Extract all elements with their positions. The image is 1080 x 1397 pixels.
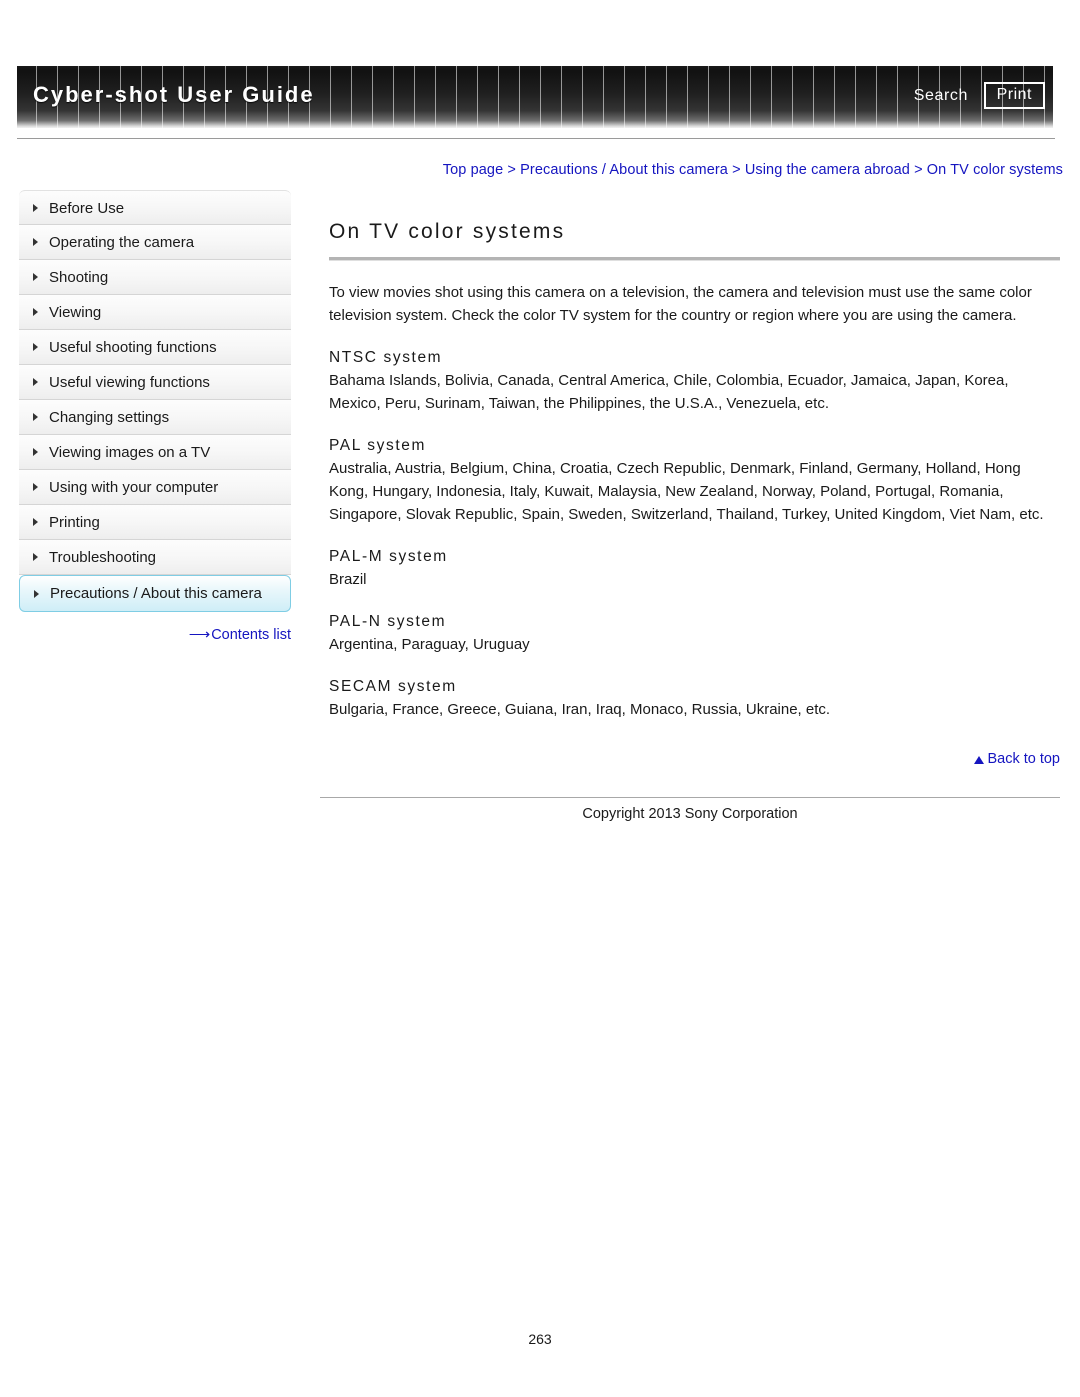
section-body-pal-m: Brazil: [329, 571, 367, 588]
title-divider: [329, 257, 1060, 261]
sidebar-item-label: Useful shooting functions: [49, 339, 217, 356]
breadcrumb-separator: >: [507, 162, 516, 178]
contents-list-label: Contents list: [211, 627, 291, 643]
sidebar-item-useful-viewing-functions[interactable]: Useful viewing functions: [19, 365, 291, 400]
back-to-top-label: Back to top: [987, 751, 1060, 767]
triangle-bullet-icon: [33, 203, 38, 212]
sidebar-item-printing[interactable]: Printing: [19, 505, 291, 540]
sidebar-item-viewing-images-on-a-tv[interactable]: Viewing images on a TV: [19, 435, 291, 470]
sidebar-item-label: Viewing: [49, 304, 102, 321]
footer-divider: [320, 797, 1060, 798]
section-heading-pal-m: PAL-M system: [329, 548, 448, 565]
header-divider: [17, 138, 1055, 139]
section-body-pal: Australia, Austria, Belgium, China, Croa…: [329, 460, 1044, 523]
search-button[interactable]: Search: [914, 87, 968, 105]
sidebar-item-label: Using with your computer: [49, 479, 219, 496]
breadcrumb-item-precautions[interactable]: Precautions / About this camera: [520, 162, 728, 178]
sidebar-item-operating-the-camera[interactable]: Operating the camera: [19, 225, 291, 260]
sidebar-item-troubleshooting[interactable]: Troubleshooting: [19, 540, 291, 575]
sidebar-item-precautions-about-this-camera[interactable]: Precautions / About this camera: [19, 575, 291, 612]
breadcrumb-item-current[interactable]: On TV color systems: [927, 162, 1063, 178]
section-heading-pal: PAL system: [329, 437, 426, 454]
intro-paragraph: To view movies shot using this camera on…: [329, 284, 1032, 324]
back-to-top-link[interactable]: Back to top: [329, 751, 1060, 767]
triangle-bullet-icon: [33, 483, 38, 491]
sidebar-item-label: Troubleshooting: [49, 549, 157, 566]
sidebar-navigation: Before Use Operating the camera Shooting…: [19, 190, 291, 643]
section-heading-pal-n: PAL-N system: [329, 613, 447, 630]
sidebar-item-useful-shooting-functions[interactable]: Useful shooting functions: [19, 330, 291, 365]
page-title: On TV color systems: [329, 220, 566, 243]
sidebar-item-label: Printing: [49, 514, 100, 531]
triangle-bullet-icon: [33, 448, 38, 456]
sidebar-item-label: Viewing images on a TV: [49, 444, 211, 461]
sidebar-item-label: Precautions / About this camera: [50, 585, 262, 602]
sidebar-item-label: Changing settings: [49, 409, 170, 426]
main-content: On TV color systems To view movies shot …: [320, 190, 1060, 822]
breadcrumb: Top page > Precautions / About this came…: [0, 162, 1063, 178]
breadcrumb-item-using-abroad[interactable]: Using the camera abroad: [745, 162, 910, 178]
sidebar-item-label: Shooting: [49, 269, 109, 286]
triangle-bullet-icon: [33, 343, 38, 351]
triangle-bullet-icon: [33, 273, 38, 281]
section-body-ntsc: Bahama Islands, Bolivia, Canada, Central…: [329, 372, 1009, 412]
page-number: 263: [528, 1331, 552, 1347]
print-button[interactable]: Print: [983, 82, 1045, 109]
section-body-pal-n: Argentina, Paraguay, Uruguay: [329, 636, 530, 653]
breadcrumb-separator: >: [914, 162, 923, 178]
sidebar-item-changing-settings[interactable]: Changing settings: [19, 400, 291, 435]
breadcrumb-item-top-page[interactable]: Top page: [443, 162, 503, 178]
section-heading-secam: SECAM system: [329, 678, 457, 695]
section-heading-ntsc: NTSC system: [329, 349, 443, 366]
triangle-bullet-icon: [33, 518, 38, 526]
site-header-banner: Cyber-shot User Guide Search Print: [17, 66, 1053, 128]
section-body-secam: Bulgaria, France, Greece, Guiana, Iran, …: [329, 701, 831, 718]
sidebar-item-before-use[interactable]: Before Use: [19, 190, 291, 225]
triangle-bullet-icon: [34, 589, 39, 598]
triangle-bullet-icon: [33, 553, 38, 561]
sidebar-item-viewing[interactable]: Viewing: [19, 295, 291, 330]
sidebar-item-label: Before Use: [49, 200, 125, 217]
sidebar-item-shooting[interactable]: Shooting: [19, 260, 291, 295]
sidebar-item-label: Useful viewing functions: [49, 374, 210, 391]
triangle-bullet-icon: [33, 308, 38, 316]
site-title: Cyber-shot User Guide: [33, 82, 315, 107]
sidebar-item-label: Operating the camera: [49, 234, 195, 251]
triangle-bullet-icon: [33, 413, 38, 421]
right-arrow-icon: ⟶: [188, 626, 210, 643]
triangle-bullet-icon: [33, 238, 38, 246]
copyright-text: Copyright 2013 Sony Corporation: [582, 806, 798, 822]
triangle-up-icon: [974, 756, 985, 764]
triangle-bullet-icon: [33, 378, 38, 386]
sidebar-item-using-with-your-computer[interactable]: Using with your computer: [19, 470, 291, 505]
contents-list-link[interactable]: ⟶ Contents list: [19, 625, 291, 643]
breadcrumb-separator: >: [732, 162, 741, 178]
